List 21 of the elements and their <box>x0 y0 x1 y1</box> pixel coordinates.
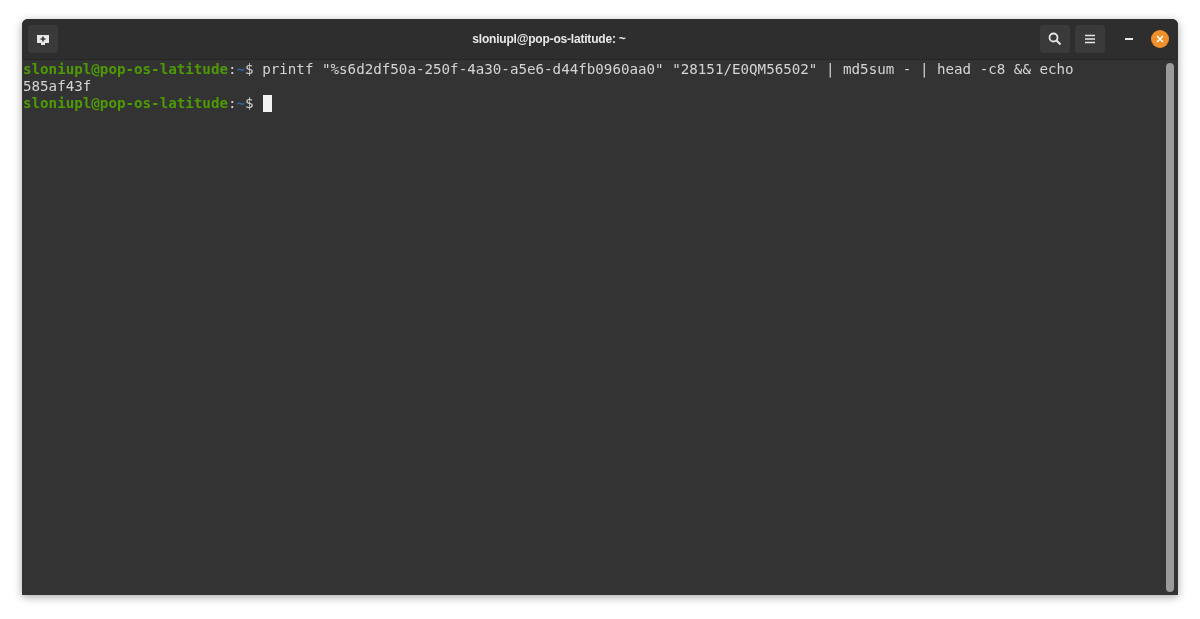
prompt-separator: : <box>228 95 237 112</box>
prompt-separator: : <box>228 61 237 78</box>
prompt-user-host: sloniupl@pop-os-latitude <box>23 61 228 78</box>
minimize-icon <box>1124 37 1134 41</box>
menu-button[interactable] <box>1075 25 1105 53</box>
search-icon <box>1048 32 1062 46</box>
prompt-path: ~ <box>236 95 246 112</box>
close-icon <box>1156 35 1164 43</box>
close-button[interactable] <box>1151 30 1169 48</box>
prompt-path: ~ <box>236 61 246 78</box>
window-title: sloniupl@pop-os-latitude: ~ <box>472 31 626 48</box>
prompt-symbol: $ <box>245 61 254 78</box>
new-tab-button[interactable] <box>28 25 58 53</box>
search-button[interactable] <box>1040 25 1070 53</box>
output-text: 585af43f <box>23 78 92 95</box>
command-text: printf "%s6d2df50a-250f-4a30-a5e6-d44fb0960aa0" "28151/E0QM56502" | md5sum - | head -c8 && echo <box>261 61 1074 78</box>
prompt-user-host: sloniupl@pop-os-latitude <box>23 95 228 112</box>
new-tab-icon <box>36 33 50 45</box>
scrollbar-thumb[interactable] <box>1166 63 1174 592</box>
menu-icon <box>1084 34 1096 44</box>
prompt-symbol: $ <box>245 95 254 112</box>
